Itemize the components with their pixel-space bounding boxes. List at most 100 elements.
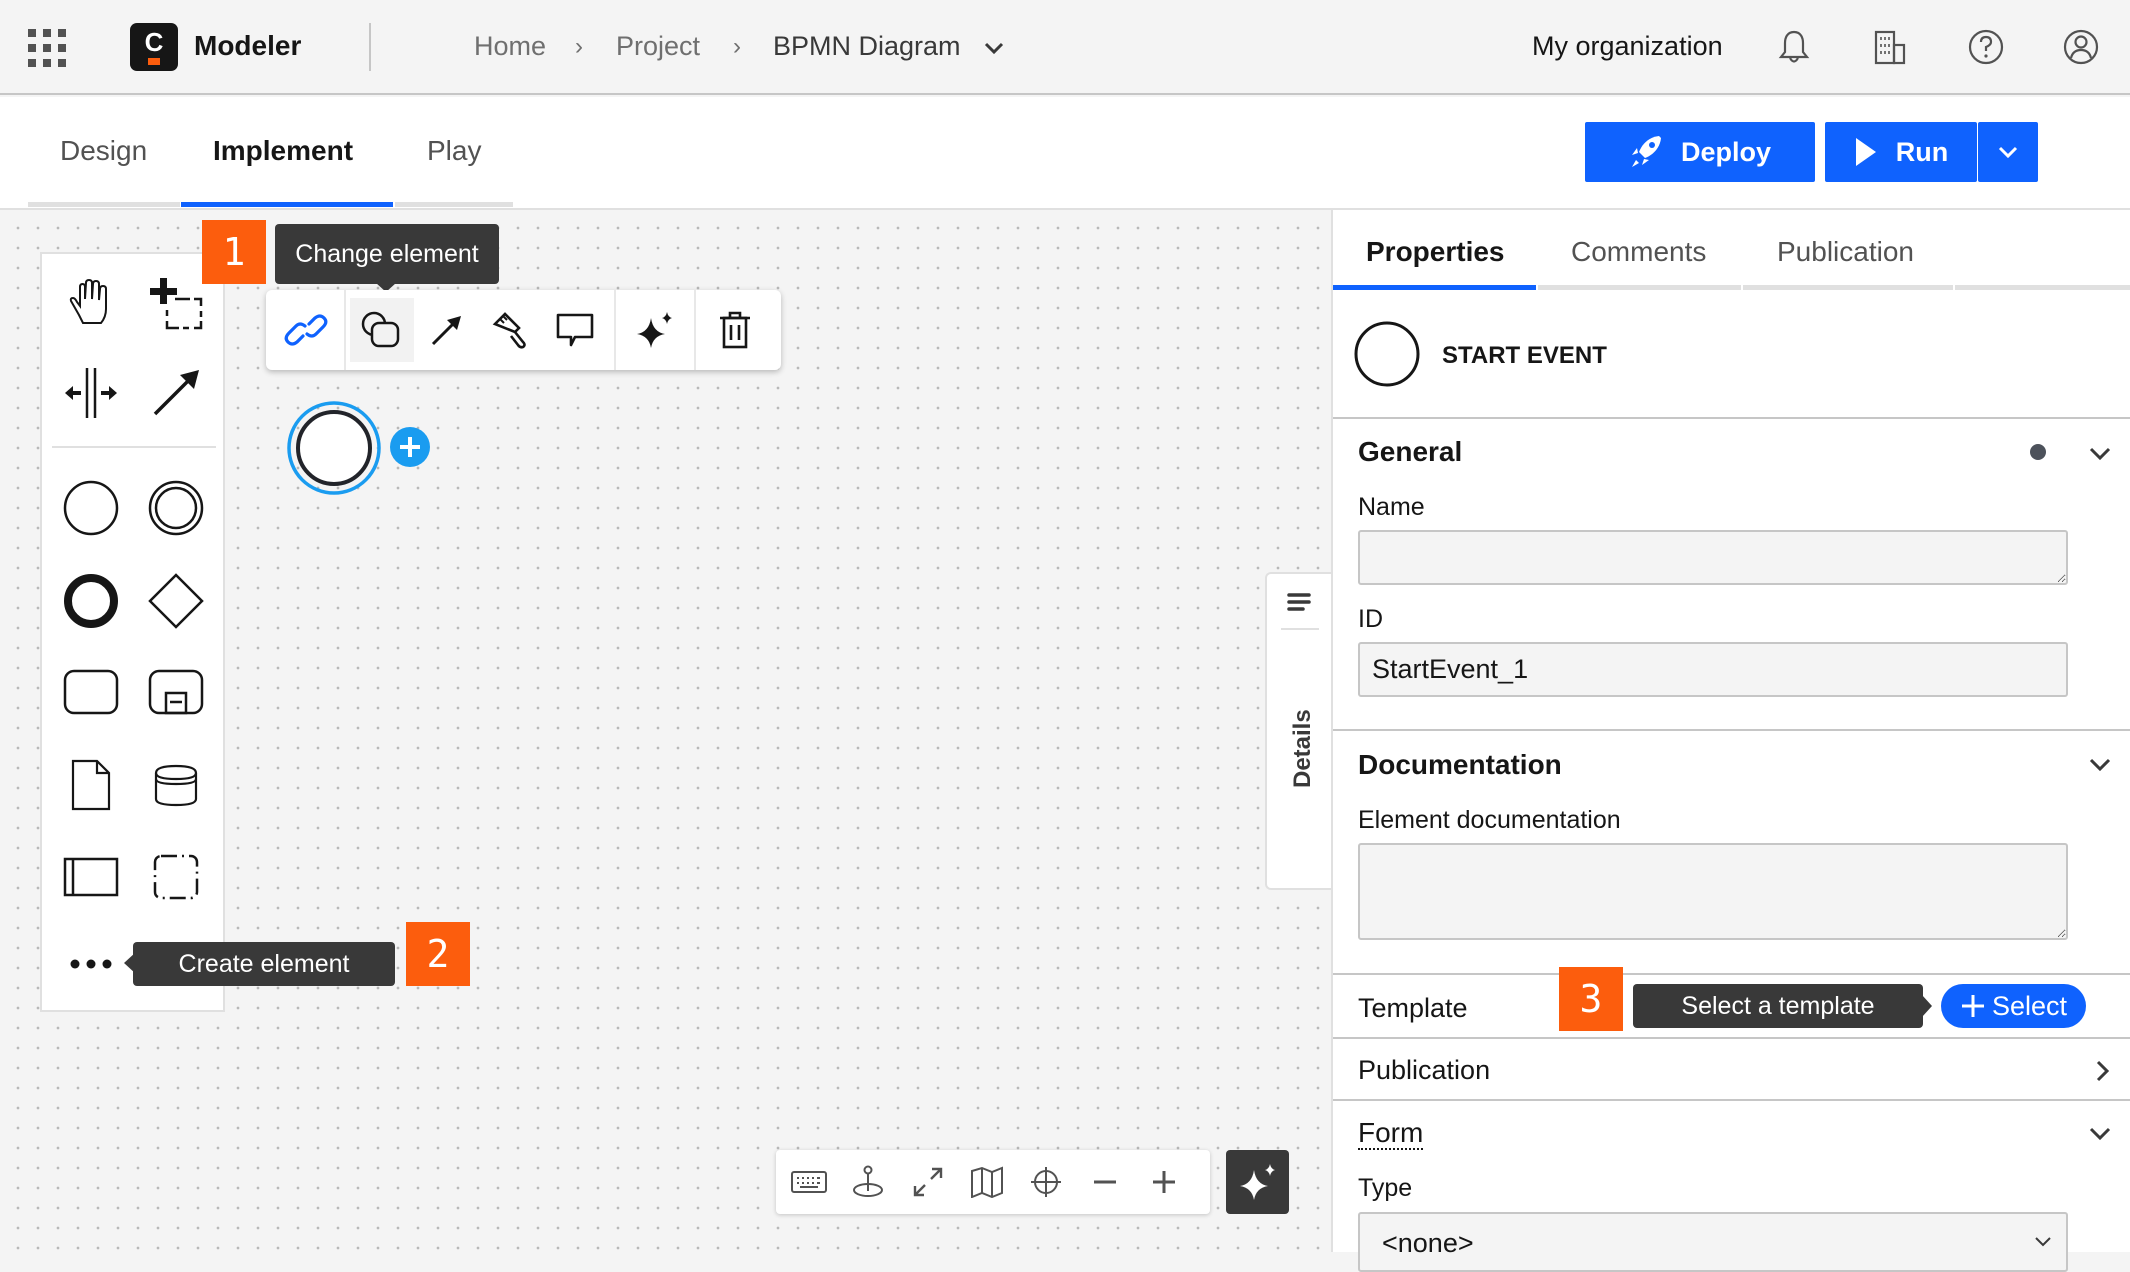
chevron-down-icon <box>1998 146 2018 159</box>
connect-tool-icon[interactable] <box>142 359 210 427</box>
element-type-label: START EVENT <box>1442 342 1607 369</box>
start-event-type-icon <box>1354 321 1420 387</box>
breadcrumb-separator: › <box>733 33 741 60</box>
zoom-out-icon[interactable] <box>1080 1158 1130 1206</box>
keyboard-icon[interactable] <box>784 1158 834 1206</box>
run-button[interactable]: Run <box>1825 122 1977 182</box>
details-side-tab[interactable]: Details <box>1265 572 1331 890</box>
id-input[interactable]: StartEvent_1 <box>1358 642 2068 697</box>
section-form-title[interactable]: Form <box>1358 1118 1424 1150</box>
crosshair-icon[interactable] <box>1021 1158 1071 1206</box>
header-divider <box>369 23 371 71</box>
trash-icon[interactable] <box>704 298 766 362</box>
details-label: Details <box>1289 709 1316 788</box>
run-options-dropdown[interactable] <box>1978 122 2038 182</box>
task-icon[interactable] <box>57 658 125 726</box>
panel-tab-publication[interactable]: Publication <box>1777 236 1914 268</box>
canvas-controls <box>776 1150 1210 1214</box>
breadcrumb-home[interactable]: Home <box>474 31 546 62</box>
play-icon <box>1855 138 1876 166</box>
tab-play[interactable]: Play <box>427 135 481 167</box>
paint-brush-icon[interactable] <box>480 298 542 362</box>
id-label: ID <box>1358 605 1383 633</box>
bell-icon[interactable] <box>1774 27 1814 67</box>
organization-switcher[interactable]: My organization <box>1532 31 1723 62</box>
section-documentation-title[interactable]: Documentation <box>1358 749 1562 781</box>
documentation-input[interactable] <box>1358 843 2068 940</box>
change-element-icon[interactable] <box>350 298 414 362</box>
select-template-label: Select <box>1991 990 2068 1021</box>
tab-implement-underline <box>181 202 393 207</box>
ai-assistant-button[interactable] <box>1226 1150 1289 1214</box>
rocket-icon <box>1631 136 1661 167</box>
data-indicator-dot <box>2030 444 2046 460</box>
tool-palette <box>40 252 225 1012</box>
pool-icon[interactable] <box>57 843 125 911</box>
section-general-title[interactable]: General <box>1358 436 1462 468</box>
panel-tab-properties[interactable]: Properties <box>1366 236 1505 268</box>
tab-implement[interactable]: Implement <box>213 135 353 167</box>
chevron-down-icon <box>2035 1237 2051 1247</box>
top-header: C Modeler Home › Project › BPMN Diagram … <box>0 0 2130 95</box>
app-switcher-grid-icon[interactable] <box>28 29 66 67</box>
data-store-icon[interactable] <box>142 751 210 819</box>
create-element-tooltip: Create element <box>133 942 395 986</box>
deploy-label: Deploy <box>1680 136 1772 167</box>
select-template-tooltip: Select a template <box>1633 984 1923 1028</box>
form-type-select[interactable]: <none> <box>1358 1212 2068 1272</box>
template-label: Template <box>1358 993 1468 1023</box>
start-event-icon[interactable] <box>57 474 125 542</box>
section-publication-title[interactable]: Publication <box>1358 1055 1490 1086</box>
data-object-icon[interactable] <box>57 751 125 819</box>
user-avatar-icon[interactable] <box>2061 27 2101 67</box>
chevron-down-icon[interactable] <box>984 41 1004 55</box>
tab-design-underline <box>28 202 180 207</box>
link-icon[interactable] <box>275 298 337 362</box>
chevron-down-icon[interactable] <box>2088 442 2112 466</box>
more-elements-icon[interactable] <box>57 930 125 998</box>
panel-tab-comments[interactable]: Comments <box>1571 236 1706 268</box>
ai-sparkle-icon <box>1239 1164 1275 1200</box>
append-element-button[interactable] <box>388 425 432 469</box>
annotation-badge-2: 2 <box>406 922 470 986</box>
properties-panel: Properties Comments Publication START EV… <box>1331 210 2130 1272</box>
chevron-down-icon[interactable] <box>2088 1122 2112 1146</box>
mode-tab-bar: Design Implement Play Deploy Run <box>0 97 2130 272</box>
app-name: Modeler <box>194 30 302 61</box>
plus-icon <box>1961 995 1984 1017</box>
group-icon[interactable] <box>142 843 210 911</box>
subprocess-icon[interactable] <box>142 658 210 726</box>
tooltip-arrow <box>1922 995 1932 1017</box>
breadcrumb-separator: › <box>575 33 583 60</box>
gateway-icon[interactable] <box>142 567 210 635</box>
start-event-shape[interactable] <box>284 398 384 498</box>
name-input[interactable] <box>1358 530 2068 585</box>
camunda-logo[interactable]: C <box>130 23 178 71</box>
end-event-icon[interactable] <box>57 567 125 635</box>
help-icon[interactable] <box>1966 27 2006 67</box>
zoom-in-icon[interactable] <box>1139 1158 1189 1206</box>
intermediate-event-icon[interactable] <box>142 474 210 542</box>
connect-arrow-icon[interactable] <box>416 298 478 362</box>
hand-tool-icon[interactable] <box>57 269 125 337</box>
breadcrumb-diagram[interactable]: BPMN Diagram <box>773 31 961 62</box>
chevron-down-icon[interactable] <box>2088 753 2112 777</box>
deploy-button[interactable]: Deploy <box>1585 122 1815 182</box>
details-list-icon <box>1287 593 1311 611</box>
fullscreen-icon[interactable] <box>903 1158 953 1206</box>
reset-view-icon[interactable] <box>843 1158 893 1206</box>
space-tool-icon[interactable] <box>57 359 125 427</box>
lasso-tool-icon[interactable] <box>142 269 210 337</box>
annotation-badge-3: 3 <box>1559 967 1623 1031</box>
run-label: Run <box>1895 136 1949 167</box>
ai-sparkle-icon[interactable] <box>624 298 686 362</box>
building-icon[interactable] <box>1870 27 1910 67</box>
minimap-icon[interactable] <box>962 1158 1012 1206</box>
select-template-button[interactable]: Select <box>1941 984 2086 1028</box>
comment-icon[interactable] <box>544 298 606 362</box>
change-element-tooltip: Change element <box>275 224 499 284</box>
tab-design[interactable]: Design <box>60 135 147 167</box>
name-label: Name <box>1358 493 1425 521</box>
breadcrumb-project[interactable]: Project <box>616 31 700 62</box>
chevron-right-icon[interactable] <box>2091 1059 2115 1083</box>
